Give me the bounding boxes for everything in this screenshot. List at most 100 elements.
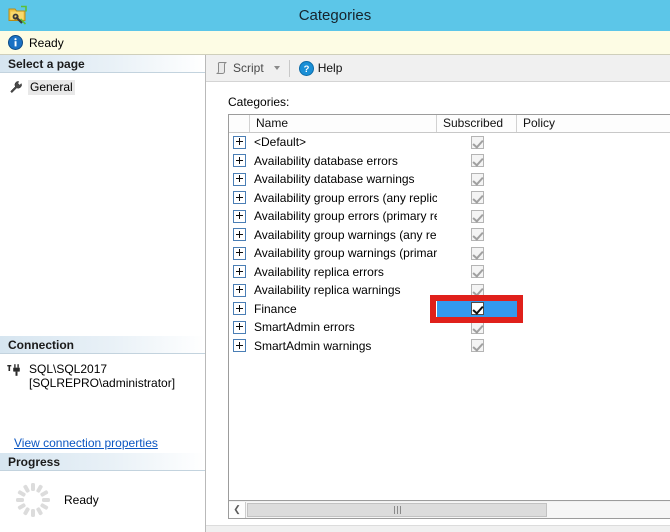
sidebar-item-general[interactable]: General bbox=[0, 78, 205, 96]
table-row[interactable]: <Default> bbox=[229, 133, 670, 152]
expand-toggle[interactable] bbox=[229, 244, 250, 263]
cell-policy bbox=[517, 244, 670, 263]
plus-expand-icon[interactable] bbox=[233, 136, 246, 149]
cell-name: <Default> bbox=[250, 133, 437, 152]
cell-subscribed[interactable] bbox=[437, 281, 517, 300]
cell-policy bbox=[517, 226, 670, 245]
table-row[interactable]: Availability replica errors bbox=[229, 263, 670, 282]
column-header-expand[interactable] bbox=[229, 115, 250, 132]
cell-name: Availability database errors bbox=[250, 152, 437, 171]
subscribed-checkbox[interactable] bbox=[471, 247, 484, 260]
plus-expand-icon[interactable] bbox=[233, 339, 246, 352]
table-row[interactable]: SmartAdmin warnings bbox=[229, 337, 670, 356]
expand-toggle[interactable] bbox=[229, 152, 250, 171]
expand-toggle[interactable] bbox=[229, 300, 250, 319]
cell-policy bbox=[517, 263, 670, 282]
help-question-icon: ? bbox=[299, 61, 314, 76]
cell-subscribed[interactable] bbox=[437, 300, 517, 319]
expand-toggle[interactable] bbox=[229, 281, 250, 300]
selected-cell-highlight[interactable] bbox=[437, 300, 517, 319]
cell-policy bbox=[517, 170, 670, 189]
plus-expand-icon[interactable] bbox=[233, 173, 246, 186]
expand-toggle[interactable] bbox=[229, 263, 250, 282]
cell-subscribed[interactable] bbox=[437, 207, 517, 226]
table-row[interactable]: SmartAdmin errors bbox=[229, 318, 670, 337]
table-row[interactable]: Availability group warnings (any repli..… bbox=[229, 226, 670, 245]
subscribed-checkbox[interactable] bbox=[471, 228, 484, 241]
cell-subscribed[interactable] bbox=[437, 189, 517, 208]
categories-label: Categories: bbox=[228, 95, 289, 109]
expand-toggle[interactable] bbox=[229, 226, 250, 245]
help-button[interactable]: ? Help bbox=[296, 58, 346, 79]
content-area: Categories: Name Subscribed Policy <Defa… bbox=[206, 82, 670, 532]
subscribed-checkbox[interactable] bbox=[471, 173, 484, 186]
subscribed-checkbox[interactable] bbox=[471, 339, 484, 352]
cell-subscribed[interactable] bbox=[437, 318, 517, 337]
expand-toggle[interactable] bbox=[229, 133, 250, 152]
expand-toggle[interactable] bbox=[229, 189, 250, 208]
plus-expand-icon[interactable] bbox=[233, 321, 246, 334]
info-icon bbox=[8, 35, 23, 50]
plus-expand-icon[interactable] bbox=[233, 247, 246, 260]
table-row[interactable]: Availability group errors (any replica r… bbox=[229, 189, 670, 208]
subscribed-checkbox[interactable] bbox=[471, 191, 484, 204]
chevron-left-icon[interactable]: ❮ bbox=[229, 502, 246, 518]
expand-toggle[interactable] bbox=[229, 318, 250, 337]
progress-section: Progress bbox=[0, 453, 205, 519]
progress-header: Progress bbox=[0, 453, 205, 471]
plus-expand-icon[interactable] bbox=[233, 284, 246, 297]
expand-toggle[interactable] bbox=[229, 337, 250, 356]
scrollbar-track[interactable] bbox=[246, 502, 670, 518]
subscribed-checkbox[interactable] bbox=[471, 136, 484, 149]
cell-subscribed[interactable] bbox=[437, 226, 517, 245]
subscribed-checkbox[interactable] bbox=[471, 154, 484, 167]
plus-expand-icon[interactable] bbox=[233, 154, 246, 167]
cell-subscribed[interactable] bbox=[437, 152, 517, 171]
cell-subscribed[interactable] bbox=[437, 133, 517, 152]
subscribed-checkbox[interactable] bbox=[471, 284, 484, 297]
sidebar-item-label: General bbox=[28, 80, 75, 95]
column-header-subscribed[interactable]: Subscribed bbox=[437, 115, 517, 132]
expand-toggle[interactable] bbox=[229, 207, 250, 226]
cell-policy bbox=[517, 152, 670, 171]
subscribed-checkbox[interactable] bbox=[471, 321, 484, 334]
grid-body: <Default>Availability database errorsAva… bbox=[229, 133, 670, 355]
scrollbar-thumb[interactable] bbox=[247, 503, 547, 517]
cell-subscribed[interactable] bbox=[437, 170, 517, 189]
grid-header-row: Name Subscribed Policy bbox=[229, 115, 670, 133]
categories-dialog: Categories Ready Select a page General bbox=[0, 0, 670, 532]
plus-expand-icon[interactable] bbox=[233, 191, 246, 204]
plus-expand-icon[interactable] bbox=[233, 210, 246, 223]
view-connection-properties-link[interactable]: View connection properties bbox=[14, 436, 158, 450]
subscribed-checkbox[interactable] bbox=[471, 265, 484, 278]
cell-policy bbox=[517, 300, 670, 319]
plus-expand-icon[interactable] bbox=[233, 228, 246, 241]
table-row[interactable]: Availability replica warnings bbox=[229, 281, 670, 300]
cell-name: Availability group errors (any replica r… bbox=[250, 189, 437, 208]
script-button[interactable]: Script bbox=[212, 58, 267, 79]
subscribed-checkbox[interactable] bbox=[471, 210, 484, 223]
plus-expand-icon[interactable] bbox=[233, 265, 246, 278]
expand-toggle[interactable] bbox=[229, 170, 250, 189]
subscribed-checkbox[interactable] bbox=[471, 302, 484, 315]
connection-user: [SQLREPRO\administrator] bbox=[29, 376, 175, 390]
table-row[interactable]: Availability group errors (primary repli… bbox=[229, 207, 670, 226]
cell-policy bbox=[517, 281, 670, 300]
cell-subscribed[interactable] bbox=[437, 337, 517, 356]
plus-expand-icon[interactable] bbox=[233, 302, 246, 315]
select-a-page-header: Select a page bbox=[0, 55, 205, 73]
status-text: Ready bbox=[29, 36, 64, 50]
chevron-down-icon[interactable] bbox=[274, 66, 280, 70]
wrench-icon bbox=[9, 80, 23, 94]
cell-subscribed[interactable] bbox=[437, 244, 517, 263]
table-row[interactable]: Availability database errors bbox=[229, 152, 670, 171]
horizontal-scrollbar[interactable]: ❮ bbox=[228, 501, 670, 519]
cell-policy bbox=[517, 207, 670, 226]
cell-subscribed[interactable] bbox=[437, 263, 517, 282]
table-row[interactable]: Finance bbox=[229, 300, 670, 319]
connection-header: Connection bbox=[0, 336, 205, 354]
table-row[interactable]: Availability database warnings bbox=[229, 170, 670, 189]
column-header-name[interactable]: Name bbox=[250, 115, 437, 132]
column-header-policy[interactable]: Policy bbox=[517, 115, 670, 132]
table-row[interactable]: Availability group warnings (primary r..… bbox=[229, 244, 670, 263]
